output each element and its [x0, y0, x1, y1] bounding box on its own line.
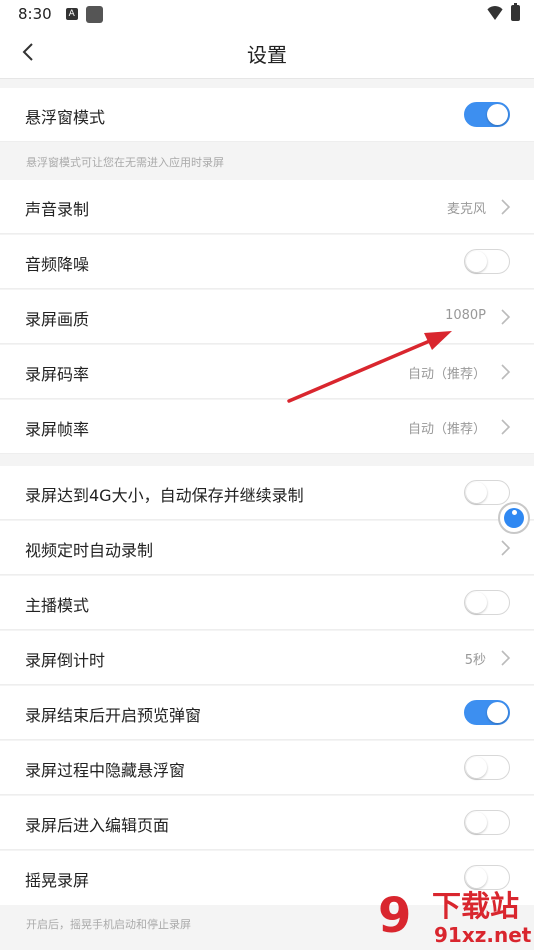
chevron-right-icon	[501, 650, 511, 666]
chevron-right-icon	[501, 540, 511, 556]
setting-label: 录屏帧率	[25, 420, 90, 439]
setting-label: 主播模式	[25, 596, 90, 615]
setting-label: 摇晃录屏	[25, 871, 90, 890]
shake-record-toggle[interactable]	[464, 865, 510, 890]
watermark-logo-icon: 9	[378, 888, 412, 944]
setting-label: 音频降噪	[25, 255, 90, 274]
toggle-knob	[466, 757, 487, 778]
setting-row-float-window[interactable]: 悬浮窗模式	[0, 88, 534, 142]
setting-label: 录屏码率	[25, 365, 90, 384]
floating-record-ball[interactable]	[498, 502, 530, 534]
setting-row-quality[interactable]: 录屏画质 1080P	[0, 290, 534, 344]
setting-label: 录屏结束后开启预览弹窗	[25, 706, 202, 725]
setting-value: 麦克风	[446, 202, 486, 217]
setting-row-countdown[interactable]: 录屏倒计时 5秒	[0, 631, 534, 685]
page-title: 设置	[247, 43, 287, 67]
setting-row-framerate[interactable]: 录屏帧率 自动（推荐）	[0, 400, 534, 454]
anchor-mode-toggle[interactable]	[464, 590, 510, 615]
watermark-url: 91xz.net	[434, 923, 532, 947]
shake-record-hint: 开启后，摇晃手机启动和停止录屏	[26, 918, 191, 931]
setting-row-preview-popup[interactable]: 录屏结束后开启预览弹窗	[0, 686, 534, 740]
preview-popup-toggle[interactable]	[464, 700, 510, 725]
setting-row-bitrate[interactable]: 录屏码率 自动（推荐）	[0, 345, 534, 399]
toggle-knob	[487, 104, 508, 125]
setting-row-edit-after[interactable]: 录屏后进入编辑页面	[0, 796, 534, 850]
notification-a-icon: A	[65, 8, 78, 20]
chevron-right-icon	[501, 364, 511, 380]
toggle-knob	[466, 812, 487, 833]
setting-label: 录屏倒计时	[25, 651, 106, 670]
chevron-right-icon	[501, 199, 511, 215]
setting-label: 录屏画质	[25, 310, 90, 329]
setting-value: 5秒	[464, 653, 486, 668]
top-navbar: 设置	[0, 28, 534, 79]
site-watermark: 9 下载站 91xz.net	[378, 888, 534, 950]
setting-label: 录屏后进入编辑页面	[25, 816, 170, 835]
setting-row-anchor-mode[interactable]: 主播模式	[0, 576, 534, 630]
auto-save-4g-toggle[interactable]	[464, 480, 510, 505]
toggle-knob	[466, 482, 487, 503]
toggle-knob	[466, 251, 487, 272]
status-bar: 8:30 A	[0, 0, 534, 28]
edit-after-toggle[interactable]	[464, 810, 510, 835]
battery-icon	[511, 3, 520, 21]
chevron-right-icon	[501, 419, 511, 435]
chevron-right-icon	[501, 309, 511, 325]
wifi-icon	[485, 6, 505, 20]
setting-value: 自动（推荐）	[407, 422, 486, 437]
setting-label: 声音录制	[25, 200, 90, 219]
setting-row-auto-save-4g[interactable]: 录屏达到4G大小，自动保存并继续录制	[0, 466, 534, 520]
noise-reduction-toggle[interactable]	[464, 249, 510, 274]
setting-label: 录屏过程中隐藏悬浮窗	[25, 761, 186, 780]
float-window-hint: 悬浮窗模式可让您在无需进入应用时录屏	[26, 156, 224, 169]
setting-value: 自动（推荐）	[407, 367, 486, 382]
setting-label: 视频定时自动录制	[25, 541, 154, 560]
setting-label: 录屏达到4G大小，自动保存并继续录制	[25, 486, 304, 505]
toggle-knob	[487, 702, 508, 723]
notification-square-icon	[85, 5, 103, 23]
float-window-toggle[interactable]	[464, 102, 510, 127]
setting-row-noise-reduction[interactable]: 音频降噪	[0, 235, 534, 289]
hide-float-toggle[interactable]	[464, 755, 510, 780]
setting-label: 悬浮窗模式	[25, 108, 106, 127]
setting-row-hide-float[interactable]: 录屏过程中隐藏悬浮窗	[0, 741, 534, 795]
status-time: 8:30	[18, 5, 52, 23]
watermark-title: 下载站	[432, 889, 520, 923]
toggle-knob	[466, 867, 487, 888]
setting-row-audio-record[interactable]: 声音录制 麦克风	[0, 180, 534, 234]
toggle-knob	[466, 592, 487, 613]
setting-value: 1080P	[445, 308, 486, 323]
record-ball-highlight	[512, 510, 517, 515]
setting-row-timed-record[interactable]: 视频定时自动录制	[0, 521, 534, 575]
